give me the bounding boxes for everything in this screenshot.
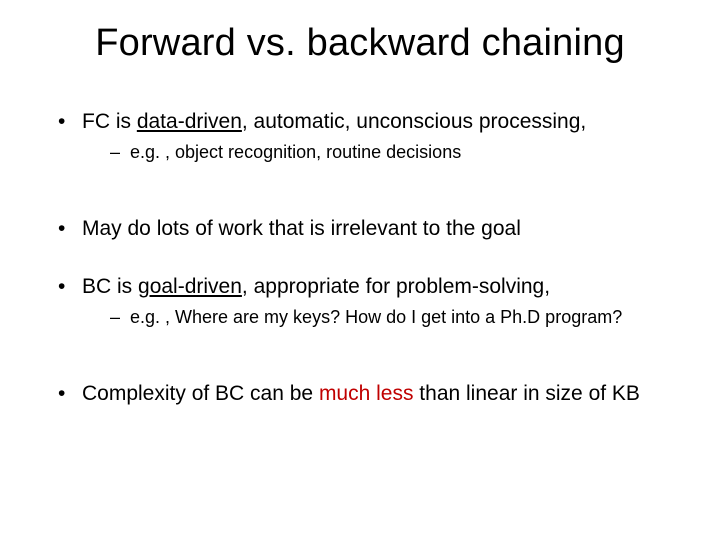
bullet-bc-goal-driven: BC is goal-driven, appropriate for probl… xyxy=(58,274,682,329)
text-highlighted: much less xyxy=(319,382,414,405)
text-underlined: data-driven xyxy=(137,110,242,133)
bullet-list: Complexity of BC can be much less than l… xyxy=(38,381,682,407)
bullet-bc-complexity: Complexity of BC can be much less than l… xyxy=(58,381,682,407)
bullet-list: BC is goal-driven, appropriate for probl… xyxy=(38,274,682,329)
text-fragment: , automatic, unconscious processing, xyxy=(242,110,586,133)
text-fragment: Complexity of BC can be xyxy=(82,382,319,405)
sub-bullet-list: e.g. , Where are my keys? How do I get i… xyxy=(82,306,682,329)
sub-bullet-fc-example: e.g. , object recognition, routine decis… xyxy=(110,141,682,164)
spacer xyxy=(38,172,682,216)
slide: Forward vs. backward chaining FC is data… xyxy=(0,0,720,540)
text-underlined: goal-driven xyxy=(138,275,242,298)
text-fragment: than linear in size of KB xyxy=(413,382,639,405)
text-fragment: FC is xyxy=(82,110,137,133)
bullet-list: FC is data-driven, automatic, unconsciou… xyxy=(38,109,682,164)
spacer xyxy=(38,250,682,274)
slide-title: Forward vs. backward chaining xyxy=(38,22,682,65)
text-fragment: BC is xyxy=(82,275,138,298)
bullet-irrelevant-work: May do lots of work that is irrelevant t… xyxy=(58,216,682,242)
sub-bullet-list: e.g. , object recognition, routine decis… xyxy=(82,141,682,164)
bullet-list: May do lots of work that is irrelevant t… xyxy=(38,216,682,242)
bullet-fc-data-driven: FC is data-driven, automatic, unconsciou… xyxy=(58,109,682,164)
sub-bullet-bc-example: e.g. , Where are my keys? How do I get i… xyxy=(110,306,682,329)
spacer xyxy=(38,337,682,381)
text-fragment: , appropriate for problem-solving, xyxy=(242,275,550,298)
